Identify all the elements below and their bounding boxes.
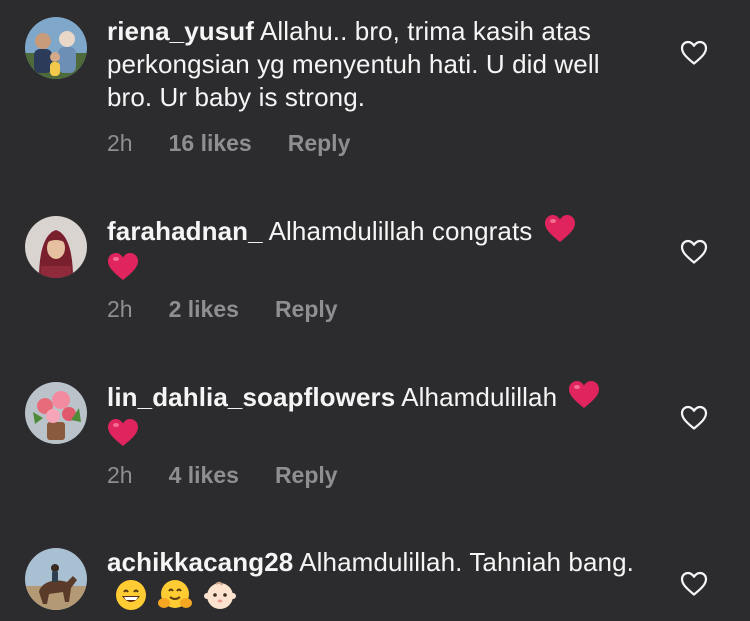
baby-face-icon: [203, 579, 236, 619]
hugging-face-icon: [158, 579, 193, 619]
comment-time: 2h: [107, 130, 133, 156]
red-heart-icon: [544, 214, 576, 252]
comment-time: 2h: [107, 462, 133, 488]
comment-likes[interactable]: 4 likes: [169, 462, 239, 489]
comment-username[interactable]: lin_dahlia_soapflowers: [107, 382, 395, 412]
comment-text: Alhamdulillah: [401, 381, 558, 412]
comment-time: 2h: [107, 296, 133, 322]
comment-meta: 2h 2 likes Reply: [107, 296, 338, 323]
horse-rider-avatar: [25, 548, 87, 610]
like-heart-icon[interactable]: [680, 40, 708, 66]
comment-likes[interactable]: 16 likes: [169, 130, 252, 157]
red-heart-icon: [568, 380, 600, 418]
woman-hijab-avatar: [25, 216, 87, 278]
avatar[interactable]: [25, 17, 87, 79]
like-heart-icon[interactable]: [680, 405, 708, 431]
like-heart-icon[interactable]: [680, 239, 708, 265]
reply-button[interactable]: Reply: [275, 462, 338, 489]
red-heart-icon: [107, 252, 139, 290]
comment-body: farahadnan_ Alhamdulillah congrats: [107, 214, 647, 290]
reply-button[interactable]: Reply: [288, 130, 351, 157]
comment-username[interactable]: achikkacang28: [107, 547, 293, 577]
family-photo-avatar: [25, 17, 87, 79]
comment-username[interactable]: riena_yusuf: [107, 16, 254, 46]
reply-button[interactable]: Reply: [275, 296, 338, 323]
grinning-face-icon: [115, 579, 147, 619]
comments-feed: riena_yusuf Allahu.. bro, trima kasih at…: [0, 0, 750, 621]
comment-username[interactable]: farahadnan_: [107, 216, 263, 246]
comment-meta: 2h 16 likes Reply: [107, 130, 350, 157]
comment-body: lin_dahlia_soapflowers Alhamdulillah: [107, 380, 647, 456]
avatar[interactable]: [25, 382, 87, 444]
red-heart-icon: [107, 418, 139, 456]
avatar[interactable]: [25, 216, 87, 278]
comment-text: Alhamdulillah. Tahniah bang.: [299, 547, 634, 577]
comment-body: riena_yusuf Allahu.. bro, trima kasih at…: [107, 15, 647, 114]
comment-meta: 2h 4 likes Reply: [107, 462, 338, 489]
comment-text: Alhamdulillah congrats: [268, 215, 533, 246]
comment-likes[interactable]: 2 likes: [169, 296, 239, 323]
flower-bouquet-avatar: [25, 382, 87, 444]
avatar[interactable]: [25, 548, 87, 610]
comment-body: achikkacang28 Alhamdulillah. Tahniah ban…: [107, 546, 647, 619]
like-heart-icon[interactable]: [680, 571, 708, 597]
